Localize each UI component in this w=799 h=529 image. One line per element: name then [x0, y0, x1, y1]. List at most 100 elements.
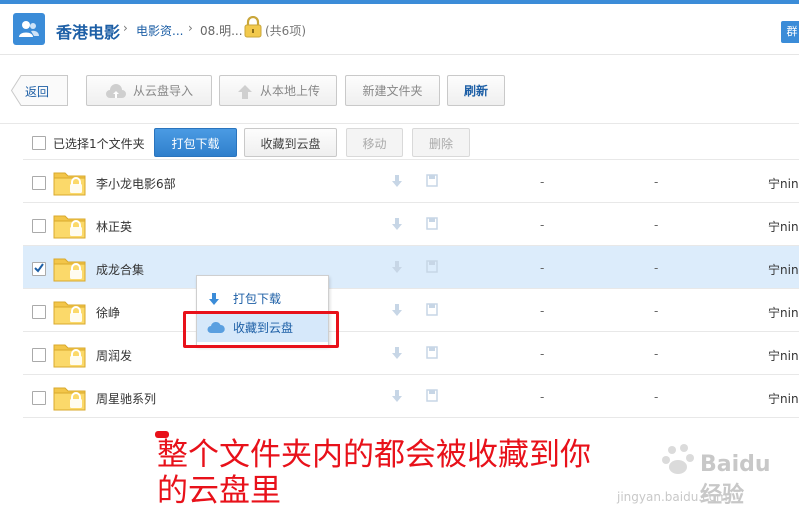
breadcrumb-item[interactable]: 08.明...	[200, 22, 243, 39]
file-size: -	[540, 175, 545, 189]
divider	[0, 123, 799, 124]
file-owner: 宁ning	[768, 220, 799, 234]
users-icon	[19, 21, 39, 37]
save-icon[interactable]	[426, 303, 438, 316]
download-arrow-icon[interactable]	[391, 174, 403, 188]
locked-folder-icon	[53, 172, 86, 196]
file-row[interactable]: 周润发 - - 宁ning	[23, 332, 799, 375]
file-row[interactable]: 周星驰系列 - - 宁ning	[23, 375, 799, 418]
breadcrumb-item[interactable]: 电影资...	[136, 22, 183, 39]
share-avatar	[13, 13, 45, 45]
upload-arrow-icon	[237, 84, 252, 99]
move-button[interactable]: 移动	[346, 128, 403, 157]
menu-item-label: 打包下载	[233, 292, 282, 306]
row-checkbox[interactable]	[32, 219, 46, 233]
file-row[interactable]: 林正英 - - 宁ning	[23, 203, 799, 246]
locked-folder-icon	[53, 258, 86, 282]
download-arrow-icon[interactable]	[391, 389, 403, 403]
locked-folder-icon	[53, 301, 86, 325]
annotation-line: 整个文件夹内的都会被收藏到你	[157, 437, 591, 473]
selected-count-text: 已选择1个文件夹	[53, 137, 145, 151]
save-to-cloud-button[interactable]: 收藏到云盘	[244, 128, 337, 157]
file-owner: 宁ning	[768, 263, 799, 277]
import-from-cloud-button[interactable]: 从云盘导入	[86, 75, 212, 106]
save-icon[interactable]	[426, 260, 438, 273]
file-date: -	[654, 261, 659, 275]
save-icon[interactable]	[426, 174, 438, 187]
file-date: -	[654, 390, 659, 404]
move-label: 移动	[362, 137, 387, 151]
save-to-cloud-label: 收藏到云盘	[260, 137, 321, 151]
file-date: -	[654, 218, 659, 232]
upload-local-button[interactable]: 从本地上传	[219, 75, 337, 106]
lock-icon	[244, 15, 262, 41]
file-owner: 宁ning	[768, 392, 799, 406]
chevron-right-icon: ›	[123, 21, 128, 35]
annotation-line: 的云盘里	[157, 473, 281, 509]
file-name[interactable]: 徐峥	[96, 304, 120, 321]
file-owner: 宁ning	[768, 306, 799, 320]
file-name[interactable]: 林正英	[96, 218, 132, 235]
check-icon	[34, 263, 44, 273]
file-row[interactable]: 李小龙电影6部 - - 宁ning	[23, 160, 799, 203]
file-owner: 宁ning	[768, 349, 799, 363]
download-arrow-icon[interactable]	[391, 260, 403, 274]
back-label: 返回	[25, 85, 50, 99]
new-folder-button[interactable]: 新建文件夹	[345, 75, 440, 106]
divider	[23, 417, 799, 418]
file-size: -	[540, 218, 545, 232]
file-row[interactable]: 徐峥 - - 宁ning	[23, 289, 799, 332]
back-button[interactable]: 返回	[11, 75, 68, 106]
locked-folder-icon	[53, 387, 86, 411]
row-checkbox[interactable]	[32, 391, 46, 405]
group-button[interactable]: 群	[781, 21, 799, 43]
header: 香港电影 › 电影资... › 08.明... (共6项) 群	[0, 4, 799, 54]
save-icon[interactable]	[426, 346, 438, 359]
file-size: -	[540, 304, 545, 318]
new-folder-label: 新建文件夹	[362, 84, 423, 98]
download-pack-button[interactable]: 打包下载	[154, 128, 237, 157]
delete-label: 删除	[428, 137, 453, 151]
file-size: -	[540, 390, 545, 404]
file-size: -	[540, 347, 545, 361]
locked-folder-icon	[53, 344, 86, 368]
locked-folder-icon	[53, 215, 86, 239]
cloud-upload-icon	[105, 83, 126, 98]
file-date: -	[654, 347, 659, 361]
save-icon[interactable]	[426, 217, 438, 230]
file-size: -	[540, 261, 545, 275]
download-pack-label: 打包下载	[171, 137, 220, 151]
row-checkbox[interactable]	[32, 305, 46, 319]
file-name[interactable]: 李小龙电影6部	[96, 175, 176, 192]
download-arrow-icon[interactable]	[391, 217, 403, 231]
refresh-button[interactable]: 刷新	[447, 75, 505, 106]
row-checkbox[interactable]	[32, 262, 46, 276]
file-date: -	[654, 175, 659, 189]
download-arrow-icon[interactable]	[391, 303, 403, 317]
share-name[interactable]: 香港电影	[56, 19, 120, 43]
row-checkbox[interactable]	[32, 176, 46, 190]
chevron-right-icon: ›	[188, 21, 193, 35]
divider	[0, 54, 799, 55]
item-count: (共6项)	[265, 24, 306, 38]
paw-logo-icon	[662, 444, 694, 474]
file-name[interactable]: 成龙合集	[96, 261, 144, 278]
select-all-checkbox[interactable]	[32, 136, 46, 150]
refresh-label: 刷新	[463, 84, 488, 98]
row-checkbox[interactable]	[32, 348, 46, 362]
annotation-text: 整个文件夹内的都会被收藏到你 的云盘里	[157, 437, 677, 509]
file-name[interactable]: 周润发	[96, 347, 132, 364]
import-from-cloud-label: 从云盘导入	[132, 84, 193, 98]
file-row[interactable]: 成龙合集 - - 宁ning	[23, 246, 799, 289]
file-owner: 宁ning	[768, 177, 799, 191]
upload-local-label: 从本地上传	[259, 84, 320, 98]
file-date: -	[654, 304, 659, 318]
watermark-url: jingyan.baidu.com	[617, 490, 728, 504]
file-name[interactable]: 周星驰系列	[96, 390, 156, 407]
download-arrow-icon	[209, 293, 219, 305]
save-icon[interactable]	[426, 389, 438, 402]
highlight-box	[183, 311, 339, 348]
download-arrow-icon[interactable]	[391, 346, 403, 360]
delete-button[interactable]: 删除	[412, 128, 470, 157]
menu-item-download-pack[interactable]: 打包下载	[197, 285, 328, 313]
